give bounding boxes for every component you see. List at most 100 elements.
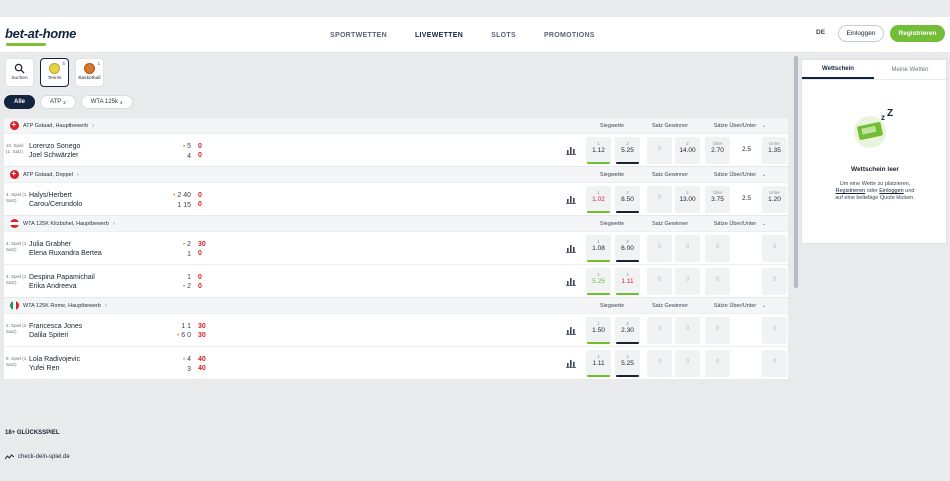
register-button[interactable]: Registrieren bbox=[890, 25, 945, 42]
odds-button[interactable]: 2 6.00 bbox=[615, 235, 640, 262]
page-scrollbar[interactable] bbox=[794, 56, 798, 288]
odds-button[interactable]: 1 1.02 bbox=[586, 186, 611, 213]
event-row[interactable]: 4. Spiel (1. Satz) Julia Grabher Elena Ruxa… bbox=[4, 231, 788, 264]
odds-button[interactable]: 2 5.25 bbox=[615, 137, 640, 164]
odds-button[interactable]: 0 bbox=[675, 268, 700, 295]
player-2-name: Carou/Cerundolo bbox=[29, 201, 83, 208]
odds-button[interactable]: 2 14.00 bbox=[675, 137, 700, 164]
odds-button[interactable]: 0 bbox=[705, 350, 730, 377]
nav-slots[interactable]: SLOTS bbox=[491, 32, 516, 39]
odds-button[interactable]: 0 bbox=[675, 235, 700, 262]
odds-button[interactable]: 1 1.11 bbox=[586, 350, 611, 377]
odds-value: 1.11 bbox=[592, 360, 605, 367]
odds-button[interactable]: 2 5.25 bbox=[615, 350, 640, 377]
event-row[interactable]: 8. Spiel (1. Satz) Lola Radivojevic Yufei R… bbox=[4, 346, 788, 379]
login-button[interactable]: Einloggen bbox=[838, 25, 884, 42]
statistics-icon[interactable] bbox=[566, 243, 576, 253]
odds-button[interactable]: Über 3.75 bbox=[705, 186, 730, 213]
chevron-down-icon[interactable]: ⌄ bbox=[756, 167, 772, 183]
betslip-register-link[interactable]: Registrieren bbox=[836, 188, 866, 194]
player-2-points: 0 bbox=[198, 250, 202, 257]
sport-tile-basketball[interactable]: 1 Basketball bbox=[75, 58, 104, 87]
betslip-tabs: Wettschein Meine Wetten bbox=[802, 60, 946, 80]
odds-outcome-label: 2 bbox=[686, 190, 689, 195]
chevron-right-icon: › bbox=[76, 171, 79, 178]
statistics-icon[interactable] bbox=[566, 276, 576, 286]
statistics-icon[interactable] bbox=[566, 194, 576, 204]
odds-trend-bar bbox=[587, 260, 610, 262]
odds-button[interactable]: Unter 1.35 bbox=[762, 137, 787, 164]
event-row[interactable]: 4. Spiel (1. Satz) Halys/Herbert Carou/Ceru… bbox=[4, 182, 788, 215]
competition-header[interactable]: WTA 125K Rome, Hauptbewerb › Siegwette Satz… bbox=[4, 297, 788, 313]
betslip-login-link[interactable]: Einloggen bbox=[879, 188, 903, 194]
odds-button[interactable]: Unter 1.20 bbox=[762, 186, 787, 213]
event-row[interactable]: 4. Spiel (1. Satz) Despina Papamichail Erik… bbox=[4, 264, 788, 297]
sport-tile-search[interactable]: Suchen bbox=[5, 58, 34, 87]
filter-chip-atp[interactable]: ATP 2 bbox=[40, 95, 76, 109]
odds-button[interactable]: 1 5.25 bbox=[586, 268, 611, 295]
tab-wettschein[interactable]: Wettschein bbox=[802, 60, 874, 79]
odds-outcome-label: 2 bbox=[626, 321, 629, 326]
odds-button[interactable]: 1 1.08 bbox=[586, 235, 611, 262]
odds-button[interactable]: 0 bbox=[762, 235, 787, 262]
odds-button[interactable]: 1 1.50 bbox=[586, 317, 611, 344]
player-2-name: Dalila Spiteri bbox=[29, 332, 69, 339]
odds-button[interactable]: 2 1.11 bbox=[615, 268, 640, 295]
odds-button[interactable]: 0 bbox=[647, 235, 672, 262]
player-names: Halys/Herbert Carou/Cerundolo bbox=[29, 191, 82, 209]
filter-chip-wta125k[interactable]: WTA 125k 4 bbox=[80, 95, 133, 109]
chevron-down-icon[interactable]: ⌄ bbox=[756, 216, 772, 232]
sport-tile-tennis[interactable]: 5 Tennis bbox=[40, 58, 69, 87]
odds-button[interactable]: 2 2.30 bbox=[615, 317, 640, 344]
statistics-icon[interactable] bbox=[566, 145, 576, 155]
competition-title: WTA 125K Kitzbühel, Hauptbewerb › bbox=[23, 221, 115, 227]
event-row[interactable]: 2. Spiel (2. Satz) Francesca Jones Dalila S… bbox=[4, 313, 788, 346]
player-1-name: Lola Radivojevic bbox=[29, 356, 80, 363]
odds-button[interactable]: 0 bbox=[705, 317, 730, 344]
odds-button[interactable]: 0 bbox=[762, 268, 787, 295]
competition-header[interactable]: ATP Gstaad, Hauptbewerb› Siegwette Satz Ge… bbox=[4, 117, 788, 133]
odds-button[interactable]: 0 bbox=[647, 317, 672, 344]
tab-meine-wetten[interactable]: Meine Wetten bbox=[874, 60, 946, 79]
point-score: 00 bbox=[198, 273, 202, 291]
chevron-down-icon[interactable]: ⌄ bbox=[756, 298, 772, 314]
competition-header[interactable]: WTA 125K Kitzbühel, Hauptbewerb › Siegwett… bbox=[4, 215, 788, 231]
statistics-icon[interactable] bbox=[566, 358, 576, 368]
competition-header[interactable]: ATP Gstaad, Doppel› Siegwette Satz Gewinne… bbox=[4, 166, 788, 182]
odds-button[interactable]: 0 bbox=[647, 268, 672, 295]
brand-logo[interactable]: bet-at-home bbox=[5, 26, 76, 41]
responsible-gaming-link[interactable]: check-dein-spiel.de bbox=[5, 454, 70, 460]
odds-button[interactable]: 0 bbox=[675, 317, 700, 344]
odds-button[interactable]: Über 2.70 bbox=[705, 137, 730, 164]
odds-trend-bar bbox=[616, 342, 639, 344]
odds-button[interactable]: 0 bbox=[647, 350, 672, 377]
chevron-down-icon[interactable]: ⌄ bbox=[756, 118, 772, 134]
point-score: 40 40 bbox=[198, 355, 206, 373]
nav-livewetten[interactable]: LIVEWETTEN bbox=[415, 32, 463, 39]
event-row[interactable]: 10. Spiel (1. Satz) Lorenzo Sonego Joel Sch… bbox=[4, 133, 788, 166]
odds-button[interactable]: 1 1.12 bbox=[586, 137, 611, 164]
total-sets-line: 2.5 bbox=[742, 146, 752, 153]
player-1-points: 0 bbox=[198, 192, 202, 199]
odds-button[interactable]: 0 bbox=[762, 317, 787, 344]
player-1-points: 30 bbox=[198, 323, 206, 330]
odds-value: 0 bbox=[657, 194, 662, 201]
odds-button[interactable]: 10 bbox=[647, 186, 672, 213]
filter-chip-all[interactable]: Alle bbox=[4, 95, 36, 109]
odds-outcome-label: 2 bbox=[626, 190, 629, 195]
odds-button[interactable]: 10 bbox=[647, 137, 672, 164]
nav-promotions[interactable]: PROMOTIONS bbox=[544, 32, 595, 39]
odds-button[interactable]: 0 bbox=[762, 350, 787, 377]
statistics-icon[interactable] bbox=[566, 325, 576, 335]
odds-outcome-label: 1 bbox=[597, 321, 600, 326]
odds-button[interactable]: 0 bbox=[675, 350, 700, 377]
game-status-line-1: 2. Spiel (2. bbox=[6, 323, 28, 328]
nav-sportwetten[interactable]: SPORTWETTEN bbox=[330, 32, 387, 39]
odds-value: 5.25 bbox=[621, 147, 634, 154]
odds-outcome-label: 1 bbox=[597, 190, 600, 195]
odds-button[interactable]: 2 8.50 bbox=[615, 186, 640, 213]
language-switch[interactable]: DE bbox=[816, 29, 825, 36]
odds-button[interactable]: 0 bbox=[705, 235, 730, 262]
odds-button[interactable]: 0 bbox=[705, 268, 730, 295]
odds-button[interactable]: 2 13.00 bbox=[675, 186, 700, 213]
